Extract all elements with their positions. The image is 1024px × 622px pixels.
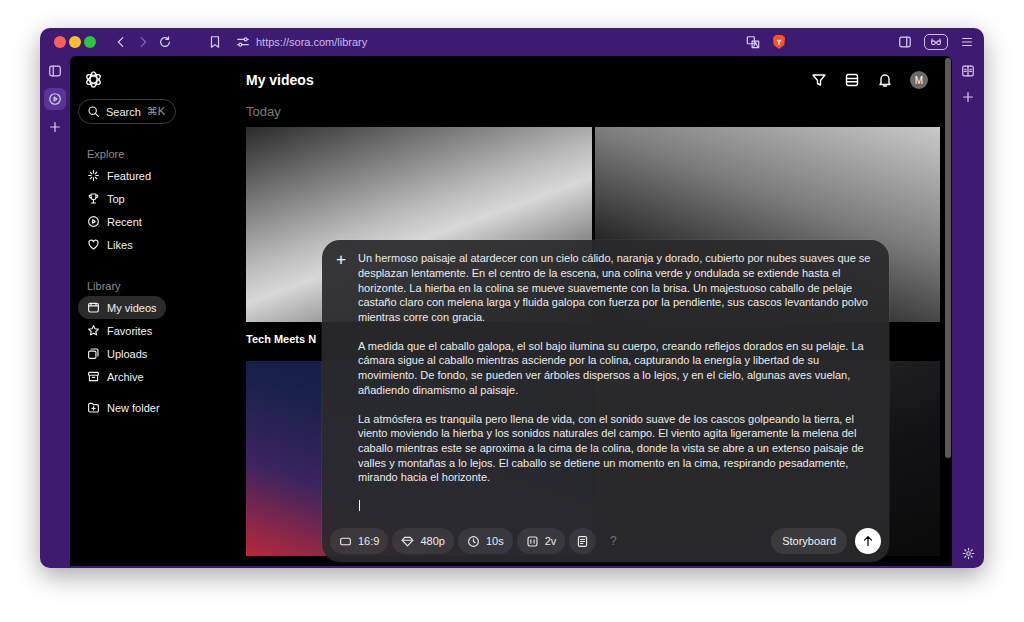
sidebar-item-label: Top — [107, 193, 125, 205]
option-chip[interactable]: 480p — [392, 528, 453, 554]
sidebar-item[interactable]: Recent — [78, 210, 151, 233]
browser-right-bar — [952, 56, 984, 568]
option-chip[interactable]: 2v — [517, 528, 566, 554]
brave-shield-icon[interactable] — [772, 34, 786, 50]
gear-icon[interactable] — [962, 547, 975, 560]
search-label: Search — [106, 106, 141, 118]
translate-icon[interactable] — [746, 35, 760, 49]
page-header: My videos M — [246, 56, 940, 104]
filter-icon[interactable] — [811, 72, 827, 88]
sidebar-item[interactable]: My videos — [78, 296, 166, 319]
header-actions: M — [811, 71, 928, 89]
submit-arrow-icon[interactable] — [855, 528, 881, 554]
folder-plus-icon — [87, 401, 100, 414]
toolbar-actions — [746, 34, 974, 50]
add-panel-icon[interactable] — [961, 90, 975, 104]
panel-icon[interactable] — [48, 64, 62, 78]
minimize-button[interactable] — [69, 36, 81, 48]
text-caret — [359, 500, 360, 511]
sidebar-item-label: My videos — [107, 302, 157, 314]
presets-button[interactable] — [569, 528, 596, 554]
sidebar-item[interactable]: Archive — [78, 365, 153, 388]
browser-body: Search ⌘K Explore Featured Top Recent Likes Lib… — [40, 56, 984, 568]
play-circle-icon — [87, 215, 100, 228]
prompt-paragraph: A medida que el caballo galopa, el sol b… — [358, 339, 875, 397]
sidebar-item-label: Recent — [107, 216, 142, 228]
add-tab-icon[interactable] — [48, 120, 62, 134]
date-group-title: Today — [246, 104, 940, 119]
sidebar-item[interactable]: Likes — [78, 233, 142, 256]
sidebar-item-label: Featured — [107, 170, 151, 182]
new-folder-label: New folder — [107, 402, 160, 414]
sidebar-item-label: Archive — [107, 371, 144, 383]
variations-icon — [526, 535, 539, 548]
uploads-icon — [87, 347, 100, 360]
search-button[interactable]: Search ⌘K — [78, 99, 176, 124]
search-icon — [87, 105, 100, 118]
openai-logo-icon[interactable] — [84, 70, 222, 89]
sidebar-item[interactable]: Uploads — [78, 342, 156, 365]
forward-icon[interactable] — [136, 35, 150, 49]
prompt-paragraph: Un hermoso paisaje al atardecer con un c… — [358, 251, 875, 324]
help-button[interactable]: ? — [600, 528, 626, 554]
option-label: 16:9 — [358, 535, 379, 547]
section-title: Library — [87, 280, 222, 292]
option-label: 480p — [420, 535, 444, 547]
reader-icon[interactable] — [961, 64, 975, 78]
prompt-input[interactable]: Un hermoso paisaje al atardecer con un c… — [358, 251, 875, 514]
user-avatar[interactable]: M — [910, 71, 928, 89]
sidebar-toggle-icon[interactable] — [898, 35, 912, 49]
reload-icon[interactable] — [158, 35, 172, 49]
option-chip[interactable]: 16:9 — [330, 528, 388, 554]
sidebar-item-label: Uploads — [107, 348, 147, 360]
aspect-ratio-icon — [339, 535, 352, 548]
browser-toolbar: https://sora.com/library — [40, 28, 984, 56]
pinned-tab[interactable] — [44, 88, 66, 110]
browser-window: https://sora.com/library Search ⌘K Explore F… — [40, 28, 984, 568]
scrollbar[interactable] — [945, 58, 951, 458]
sidebar-item[interactable]: Favorites — [78, 319, 161, 342]
prompt-composer: +Un hermoso paisaje al atardecer con un … — [322, 240, 889, 562]
shortcut-hint: ⌘K — [147, 105, 165, 118]
star-icon — [87, 324, 100, 337]
archive-icon — [87, 370, 100, 383]
zoom-button[interactable] — [84, 36, 96, 48]
prompt-body: +Un hermoso paisaje al atardecer con un … — [322, 240, 889, 522]
browser-sidebar — [40, 56, 70, 568]
film-icon — [87, 301, 100, 314]
list-view-icon[interactable] — [844, 72, 860, 88]
sparkle-icon — [87, 169, 100, 182]
heart-icon — [87, 238, 100, 251]
sidebar-item[interactable]: Top — [78, 187, 134, 210]
private-window-badge — [924, 34, 948, 50]
add-media-button[interactable]: + — [334, 251, 348, 514]
sidebar-item[interactable]: Featured — [78, 164, 160, 187]
close-button[interactable] — [54, 36, 66, 48]
new-folder-button[interactable]: New folder — [78, 396, 169, 419]
duration-icon — [467, 535, 480, 548]
app-sidebar: Search ⌘K Explore Featured Top Recent Likes Lib… — [70, 56, 230, 566]
bell-icon[interactable] — [877, 72, 893, 88]
option-label: 2v — [545, 535, 557, 547]
section-title: Explore — [87, 148, 222, 160]
quality-icon — [401, 535, 414, 548]
sidebar-item-label: Favorites — [107, 325, 152, 337]
prompt-toolbar: 16:9 480p 10s 2v? Storyboard — [322, 522, 889, 562]
page-title: My videos — [246, 72, 314, 88]
option-label: 10s — [486, 535, 504, 547]
storyboard-button[interactable]: Storyboard — [771, 528, 847, 554]
option-chip[interactable]: 10s — [458, 528, 513, 554]
back-icon[interactable] — [114, 35, 128, 49]
site-settings-icon[interactable] — [236, 35, 250, 49]
sidebar-item-label: Likes — [107, 239, 133, 251]
address-bar[interactable]: https://sora.com/library — [256, 36, 367, 48]
trophy-icon — [87, 192, 100, 205]
page-content: Search ⌘K Explore Featured Top Recent Likes Lib… — [70, 56, 952, 566]
menu-icon[interactable] — [960, 35, 974, 49]
prompt-paragraph: La atmósfera es tranquila pero llena de … — [358, 412, 875, 485]
bookmark-icon[interactable] — [208, 35, 222, 49]
